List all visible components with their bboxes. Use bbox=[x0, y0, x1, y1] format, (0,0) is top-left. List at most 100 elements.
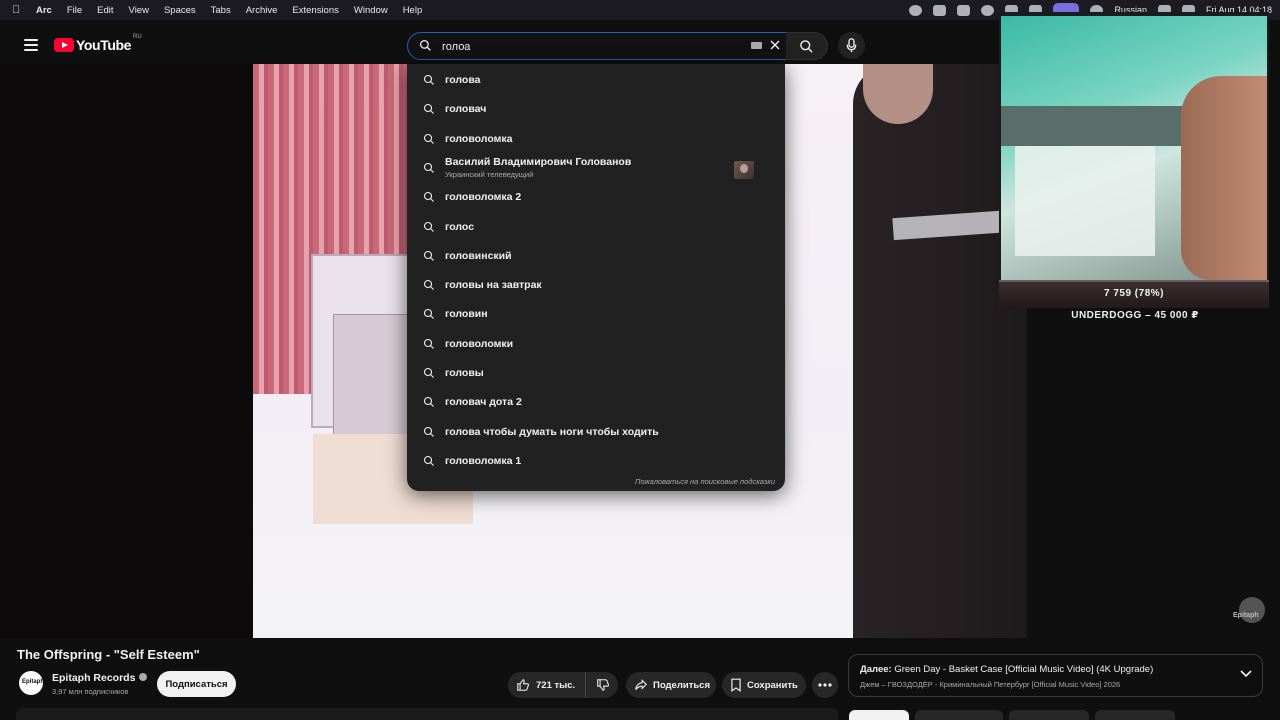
webcam-kitchen-counter bbox=[1001, 106, 1211, 146]
search-suggestion-item[interactable]: голова чтобы думать ноги чтобы ходить bbox=[407, 418, 785, 447]
search-suggestion-item[interactable]: головоломка bbox=[407, 125, 785, 154]
channel-name-text[interactable]: Epitaph Records bbox=[52, 672, 135, 684]
menu-file[interactable]: File bbox=[67, 5, 82, 16]
chevron-down-icon[interactable] bbox=[1240, 670, 1252, 678]
microphone-icon bbox=[846, 38, 857, 53]
search-button[interactable] bbox=[786, 32, 828, 60]
save-button[interactable]: Сохранить bbox=[722, 672, 806, 698]
hamburger-menu-icon[interactable] bbox=[24, 39, 38, 54]
channel-name[interactable]: Epitaph Records bbox=[52, 672, 148, 684]
share-button[interactable]: Поделиться bbox=[626, 672, 716, 698]
epitaph-watermark-text: Epitaph bbox=[1233, 612, 1259, 619]
search-suggestion-text: головач bbox=[445, 103, 487, 116]
menu-spaces[interactable]: Spaces bbox=[164, 5, 196, 16]
search-icon bbox=[423, 309, 434, 320]
filter-chip[interactable] bbox=[1095, 710, 1175, 720]
search-suggestion-item[interactable]: голова bbox=[407, 66, 785, 95]
share-label: Поделиться bbox=[653, 679, 711, 691]
menu-extensions[interactable]: Extensions bbox=[292, 5, 338, 16]
like-count: 721 тыс. bbox=[536, 679, 576, 691]
search-suggestion-item[interactable]: головоломка 2 bbox=[407, 183, 785, 212]
search-input[interactable] bbox=[440, 37, 744, 57]
search-suggestion-item[interactable]: головинский bbox=[407, 242, 785, 271]
save-label: Сохранить bbox=[747, 679, 798, 691]
menu-window[interactable]: Window bbox=[354, 5, 388, 16]
search-suggestions-dropdown: Пожаловаться на поисковые подсказки голо… bbox=[407, 64, 785, 491]
webcam-kitchen-cabinet bbox=[1015, 146, 1155, 256]
menu-tabs[interactable]: Tabs bbox=[211, 5, 231, 16]
search-button-icon bbox=[800, 40, 813, 53]
more-actions-button[interactable] bbox=[812, 672, 838, 698]
youtube-logo-text: YouTube bbox=[76, 37, 132, 53]
menu-view[interactable]: View bbox=[129, 5, 149, 16]
search-suggestion-text: голова bbox=[445, 74, 481, 86]
search-suggestion-text: Василий Владимирович Голованов bbox=[445, 155, 632, 168]
video-title: The Offspring - "Self Esteem" bbox=[17, 647, 200, 662]
voice-search-button[interactable] bbox=[838, 32, 865, 59]
channel-avatar[interactable]: Epitaph bbox=[19, 671, 44, 695]
search-icon bbox=[423, 280, 434, 290]
menu-archive[interactable]: Archive bbox=[246, 5, 278, 16]
search-icon bbox=[423, 104, 434, 115]
menu-help[interactable]: Help bbox=[403, 5, 423, 16]
up-next-label: Далее: bbox=[860, 664, 892, 675]
verified-badge-icon bbox=[139, 673, 148, 681]
search-icon bbox=[423, 250, 434, 261]
search-suggestion-item[interactable]: головоломки bbox=[407, 330, 785, 359]
search-suggestion-item[interactable]: головач bbox=[407, 95, 785, 124]
filter-chip[interactable] bbox=[1009, 710, 1089, 720]
webcam-streamer bbox=[1181, 76, 1267, 280]
share-icon bbox=[635, 679, 647, 690]
bird-icon[interactable] bbox=[933, 4, 947, 16]
search-suggestion-text: голос bbox=[445, 220, 475, 233]
search-icon bbox=[423, 397, 434, 408]
filter-chip[interactable] bbox=[915, 710, 1003, 720]
play-circle-icon[interactable] bbox=[981, 4, 995, 16]
search-icon bbox=[423, 367, 434, 378]
menu-app-name[interactable]: Arc bbox=[36, 5, 52, 16]
search-icon bbox=[423, 162, 434, 173]
donation-goal-text: 7 759 (78%) bbox=[1104, 288, 1164, 299]
channel-avatar-text: Epitaph bbox=[22, 679, 44, 685]
search-suggestion-item[interactable]: головин bbox=[407, 300, 785, 329]
search-suggestion-text: головинский bbox=[445, 249, 512, 262]
search-icon bbox=[423, 338, 434, 349]
search-suggestion-text: головоломка bbox=[445, 132, 513, 145]
search-suggestion-item[interactable]: головы bbox=[407, 359, 785, 388]
search-icon bbox=[423, 192, 434, 203]
search-suggestion-item[interactable]: голос bbox=[407, 213, 785, 242]
controller-icon[interactable] bbox=[957, 4, 971, 16]
search-suggestion-text: головач дота 2 bbox=[445, 396, 522, 409]
wechat-icon[interactable] bbox=[909, 4, 923, 16]
youtube-play-icon bbox=[54, 38, 74, 52]
search-icon bbox=[423, 221, 434, 232]
up-next-subtitle: Джем – ГВОЗДОДЁР - Криминальный Петербур… bbox=[860, 680, 1121, 689]
bookmark-icon bbox=[731, 678, 741, 692]
search-suggestion-text: головин bbox=[445, 308, 488, 321]
search-suggestion-item[interactable]: головач дота 2 bbox=[407, 388, 785, 417]
search-suggestion-item[interactable]: головы на завтрак bbox=[407, 271, 785, 300]
menu-edit[interactable]: Edit bbox=[97, 5, 113, 16]
search-suggestion-item[interactable]: головоломка 1 bbox=[407, 447, 785, 476]
youtube-logo[interactable]: YouTube RU bbox=[54, 34, 142, 53]
search-suggestion-subtitle: Украинский телеведущий bbox=[445, 169, 534, 179]
keyboard-icon[interactable] bbox=[751, 42, 762, 49]
region-code: RU bbox=[133, 34, 142, 40]
up-next-title: Далее: Green Day - Basket Case [Official… bbox=[860, 664, 1153, 675]
description-box-edge bbox=[16, 708, 838, 720]
search-suggestion-item[interactable]: Василий Владимирович Голованов Украинский… bbox=[407, 154, 785, 183]
search-suggestion-text: головы на завтрак bbox=[445, 279, 542, 292]
search-suggestion-text: головоломки bbox=[445, 337, 514, 350]
subscribe-button[interactable]: Подписаться bbox=[157, 671, 236, 697]
report-suggestions-link[interactable]: Пожаловаться на поисковые подсказки bbox=[407, 477, 775, 486]
search-box[interactable] bbox=[407, 32, 787, 60]
dislike-button[interactable] bbox=[586, 678, 610, 692]
up-next-card[interactable]: Далее: Green Day - Basket Case [Official… bbox=[848, 654, 1263, 697]
search-suggestion-text: голова чтобы думать ноги чтобы ходить bbox=[445, 425, 659, 438]
clear-search-icon[interactable] bbox=[769, 39, 781, 51]
subscriber-count: 3,97 млн подписчиков bbox=[52, 687, 129, 696]
filter-chip-all[interactable] bbox=[849, 710, 909, 720]
apple-menu-icon[interactable]:  bbox=[12, 4, 26, 16]
search-icon bbox=[423, 455, 434, 466]
like-button[interactable]: 721 тыс. bbox=[508, 672, 587, 698]
